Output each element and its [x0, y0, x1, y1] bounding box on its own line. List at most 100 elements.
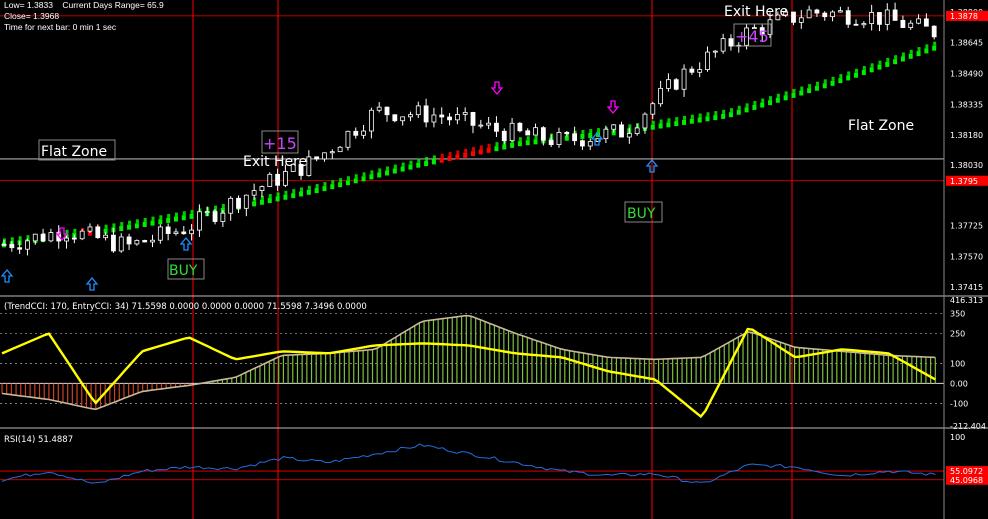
- candle-body: [197, 211, 202, 231]
- candle-body: [642, 113, 648, 129]
- trend-dot: [345, 180, 350, 186]
- trend-dot-top: [448, 152, 452, 157]
- trend-dot: [181, 215, 186, 221]
- candle-body: [259, 186, 265, 191]
- trend-dot: [658, 123, 663, 129]
- trend-dot-top: [518, 137, 522, 142]
- candle-body: [658, 87, 663, 105]
- candle-body: [220, 212, 226, 222]
- trend-dot-top: [370, 170, 374, 175]
- trend-dot: [900, 56, 905, 62]
- rsi-label: RSI(14) 51.4887: [4, 435, 73, 445]
- trend-dot: [455, 154, 460, 160]
- candle-body: [689, 68, 695, 73]
- trend-dot-top: [159, 215, 163, 220]
- candle-body: [9, 244, 15, 249]
- trend-dot: [791, 92, 796, 98]
- candle-body: [267, 173, 273, 187]
- candle-body: [25, 240, 30, 250]
- trend-dot: [533, 139, 538, 145]
- trend-dot-top: [323, 182, 327, 187]
- candle-body: [650, 103, 656, 115]
- cci-label: (TrendCCI: 170, EntryCCI: 34) 71.5598 0.…: [4, 302, 367, 312]
- candle-body: [845, 10, 851, 25]
- trend-dot: [650, 124, 655, 130]
- trend-dot-top: [526, 136, 530, 141]
- candle-body: [361, 130, 366, 136]
- candle-body: [408, 114, 413, 118]
- cci-tick-0: 416.313: [950, 296, 983, 305]
- trend-dot-top: [104, 224, 108, 229]
- candle-body: [181, 231, 187, 235]
- rsi-marker-1: 45.0968: [950, 476, 983, 485]
- candle-body: [236, 197, 241, 209]
- candle-body: [345, 130, 351, 148]
- price-panel: 1.388001.386451.384901.383351.381801.380…: [0, 2, 988, 292]
- trend-dot: [299, 191, 304, 197]
- candle-body: [189, 229, 195, 235]
- candle-body: [40, 233, 46, 242]
- trend-dot: [283, 194, 288, 200]
- trend-cci-line: [1, 314, 936, 411]
- candle-body: [431, 114, 437, 123]
- trend-dot: [478, 149, 483, 155]
- trend-dot-top: [862, 66, 866, 71]
- trend-dot: [127, 224, 132, 230]
- trend-dot-top: [393, 164, 397, 169]
- trend-dot: [877, 64, 882, 70]
- trading-chart[interactable]: 1.388001.386451.384901.383351.381801.380…: [0, 0, 988, 519]
- candle-body: [243, 194, 249, 209]
- trend-dot: [705, 116, 710, 122]
- trend-dot: [838, 78, 843, 84]
- trend-dot-top: [354, 174, 358, 179]
- trend-dot-top: [307, 185, 311, 190]
- trend-dot-top: [276, 192, 280, 197]
- price-tick-4: 1.38180: [950, 131, 983, 140]
- trend-dot: [408, 164, 413, 170]
- trend-dot-top: [745, 103, 749, 108]
- trend-dot-top: [628, 124, 632, 129]
- trend-dot-top: [167, 213, 171, 218]
- candle-body: [634, 127, 640, 134]
- trend-dot: [932, 45, 937, 51]
- cci-tick-3: 100: [950, 359, 965, 368]
- gain-2-label: +45: [735, 27, 769, 46]
- candle-body: [619, 124, 624, 138]
- trend-dot-top: [151, 216, 155, 221]
- candle-body: [173, 231, 179, 234]
- rsi-line: [1, 443, 936, 484]
- rsi-panel: RSI(14) 51.4887 100 55.097245.0968: [0, 433, 988, 485]
- trend-dot-top: [855, 68, 859, 73]
- trend-dot-top: [792, 88, 796, 93]
- cci-tick-5: -100: [950, 399, 968, 408]
- candle-body: [564, 132, 570, 135]
- trend-dot: [924, 48, 929, 54]
- candle-body: [603, 128, 609, 140]
- candle-body: [454, 114, 460, 121]
- candle-body: [79, 230, 85, 240]
- candle-body: [423, 105, 429, 123]
- trend-dot-top: [886, 57, 890, 62]
- trend-dot: [166, 217, 171, 223]
- candle-body: [314, 156, 320, 160]
- trend-dot-top: [878, 60, 882, 65]
- candle-body: [329, 151, 335, 154]
- trend-dot: [807, 88, 812, 94]
- candle-body: [533, 127, 538, 136]
- trend-dot-top: [651, 120, 655, 125]
- candle-body: [673, 79, 679, 90]
- candle-body: [478, 124, 484, 127]
- trend-dot: [713, 115, 718, 121]
- candle-body: [556, 132, 562, 146]
- trend-dot: [142, 221, 147, 227]
- trend-dot-top: [339, 178, 343, 183]
- candle-body: [923, 18, 929, 27]
- price-tick-6: 1.37725: [950, 221, 983, 230]
- trend-dot-top: [143, 217, 147, 222]
- trend-dot-top: [901, 52, 905, 57]
- trend-dot: [486, 147, 491, 153]
- candle-body: [204, 211, 210, 214]
- candle-body: [368, 109, 374, 132]
- trend-dot-top: [925, 44, 929, 49]
- trend-dot-top: [221, 203, 225, 208]
